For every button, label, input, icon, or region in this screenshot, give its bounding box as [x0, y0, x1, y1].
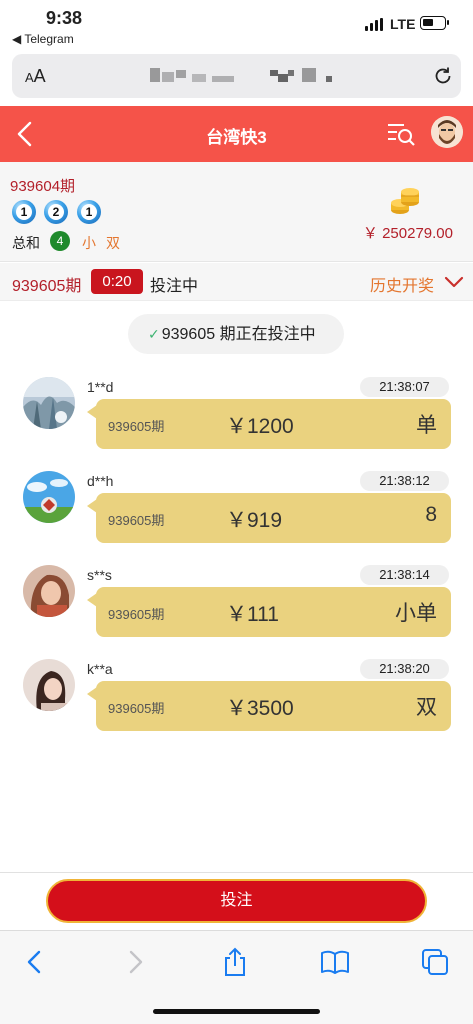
app-header: 台湾快3 — [0, 106, 473, 162]
dice-ball-value: 1 — [81, 204, 97, 220]
betting-state: 投注中 — [150, 278, 199, 295]
bettor-avatar — [23, 471, 75, 523]
betting-notice: ✓ 939605 期正在投注中 — [128, 314, 344, 354]
bet-amount: ￥111 — [226, 603, 279, 626]
bettor-avatar — [23, 659, 75, 711]
bet-bubble: 939605期 ￥919 8 — [87, 493, 451, 543]
reload-icon[interactable] — [432, 65, 454, 87]
current-period-row: 939605期 0:20 投注中 历史开奖 — [0, 263, 473, 301]
network-type: LTE — [390, 16, 416, 32]
countdown-badge: 0:20 — [91, 269, 143, 294]
bet-period: 939605期 — [108, 419, 165, 434]
bettor-username: s**s — [87, 567, 112, 583]
last-draw-panel: 939604期 总和 4 小 双 ￥ 250279.00 — [0, 162, 473, 262]
divider — [0, 872, 473, 873]
bet-message: 1**d 21:38:07 939605期 ￥1200 单 — [0, 377, 473, 467]
bet-pick: 8 — [425, 503, 437, 526]
bet-message: s**s 21:38:14 939605期 ￥111 小单 — [0, 565, 473, 655]
bettor-username: 1**d — [87, 379, 114, 395]
dice-ball-value: 1 — [16, 204, 32, 220]
search-list-icon[interactable] — [386, 121, 416, 147]
gold-coins-icon — [391, 188, 419, 214]
address-bar[interactable]: AA — [12, 54, 461, 98]
bet-bubble: 939605期 ￥1200 单 — [87, 399, 451, 449]
dice-ball-value: 2 — [48, 204, 64, 220]
chevron-down-icon[interactable] — [444, 275, 464, 289]
bettor-username: d**h — [87, 473, 114, 489]
odd-even-result: 双 — [106, 235, 120, 251]
last-draw-period: 939604期 — [10, 178, 76, 195]
current-period: 939605期 — [12, 278, 82, 295]
user-avatar[interactable] — [431, 116, 463, 148]
bet-time: 21:38:07 — [360, 377, 449, 397]
share-icon[interactable] — [220, 947, 250, 977]
bet-pick: 小单 — [395, 602, 437, 625]
check-icon: ✓ — [148, 326, 160, 342]
text-size-button[interactable]: AA — [25, 66, 46, 87]
bet-time: 21:38:12 — [360, 471, 449, 491]
bet-message: k**a 21:38:20 939605期 ￥3500 双 — [0, 659, 473, 749]
dice-ball-1: 1 — [12, 200, 36, 224]
bookmarks-icon[interactable] — [320, 947, 350, 977]
bettor-avatar — [23, 565, 75, 617]
bet-amount: ￥919 — [226, 509, 283, 532]
status-bar: 9:38 ◀ Telegram LTE — [0, 0, 473, 50]
browser-forward-icon[interactable] — [120, 947, 150, 977]
bet-time: 21:38:20 — [360, 659, 449, 679]
dice-ball-2: 2 — [44, 200, 68, 224]
bet-message: d**h 21:38:12 939605期 ￥919 8 — [0, 471, 473, 561]
dice-ball-3: 1 — [77, 200, 101, 224]
sum-value-badge: 4 — [50, 231, 70, 251]
account-balance: ￥ 250279.00 — [362, 225, 453, 242]
bet-period: 939605期 — [108, 607, 165, 622]
bet-amount: ￥1200 — [226, 415, 294, 438]
status-time: 9:38 — [46, 8, 83, 28]
cellular-signal-icon — [365, 18, 385, 31]
bet-period: 939605期 — [108, 701, 165, 716]
bet-time: 21:38:14 — [360, 565, 449, 585]
url-text-obscured — [142, 66, 342, 86]
battery-icon — [420, 16, 449, 30]
size-result: 小 — [82, 235, 96, 251]
bet-bubble: 939605期 ￥111 小单 — [87, 587, 451, 637]
home-indicator — [153, 1009, 320, 1014]
tabs-icon[interactable] — [420, 947, 450, 977]
bet-period: 939605期 — [108, 513, 165, 528]
browser-back-icon[interactable] — [20, 947, 50, 977]
back-to-telegram-link[interactable]: ◀ Telegram — [12, 32, 74, 46]
bet-pick: 双 — [416, 696, 437, 719]
bet-pick: 单 — [416, 414, 437, 437]
bet-bubble: 939605期 ￥3500 双 — [87, 681, 451, 731]
sum-label: 总和 — [12, 235, 40, 251]
place-bet-button[interactable]: 投注 — [46, 879, 427, 923]
bet-amount: ￥3500 — [226, 697, 294, 720]
bettor-avatar — [23, 377, 75, 429]
history-draws-toggle[interactable]: 历史开奖 — [370, 272, 434, 296]
notice-text: 939605 期正在投注中 — [161, 326, 316, 343]
bettor-username: k**a — [87, 661, 113, 677]
